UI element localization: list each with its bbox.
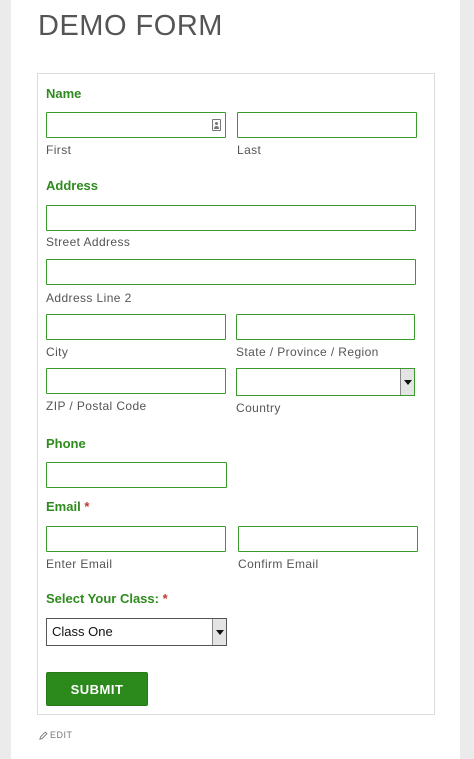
street-address-sublabel: Street Address xyxy=(46,235,131,249)
address-line2-input[interactable] xyxy=(46,259,416,285)
page-title: DEMO FORM xyxy=(38,10,223,42)
demo-form: Name First Last Address Street Address A… xyxy=(37,73,435,715)
class-section-label: Select Your Class: * xyxy=(46,591,168,606)
address-section-label: Address xyxy=(46,178,99,193)
class-select[interactable]: Class One xyxy=(46,618,227,646)
email-sublabel: Enter Email xyxy=(46,557,113,571)
city-sublabel: City xyxy=(46,345,69,359)
chevron-down-icon[interactable] xyxy=(400,369,414,395)
edit-link[interactable]: EDIT xyxy=(39,730,73,740)
last-name-input[interactable] xyxy=(237,112,417,138)
email-label-text: Email xyxy=(46,499,81,514)
address-line2-sublabel: Address Line 2 xyxy=(46,291,132,305)
country-select[interactable] xyxy=(236,368,415,396)
country-sublabel: Country xyxy=(236,401,281,415)
confirm-email-input[interactable] xyxy=(238,526,418,552)
chevron-down-icon[interactable] xyxy=(212,619,226,645)
class-select-value: Class One xyxy=(52,624,113,639)
zip-sublabel: ZIP / Postal Code xyxy=(46,399,147,413)
first-name-input[interactable] xyxy=(46,112,226,138)
state-sublabel: State / Province / Region xyxy=(236,345,379,359)
confirm-email-sublabel: Confirm Email xyxy=(238,557,319,571)
email-section-label: Email * xyxy=(46,499,89,514)
contact-card-icon[interactable] xyxy=(212,119,221,131)
class-label-text: Select Your Class: xyxy=(46,591,159,606)
phone-input[interactable] xyxy=(46,462,227,488)
required-marker: * xyxy=(84,499,90,514)
page-container: DEMO FORM Name First Last Address Street… xyxy=(11,0,460,759)
phone-section-label: Phone xyxy=(46,436,86,451)
street-address-input[interactable] xyxy=(46,205,416,231)
state-input[interactable] xyxy=(236,314,415,340)
email-input[interactable] xyxy=(46,526,226,552)
pencil-icon xyxy=(39,730,48,740)
required-marker: * xyxy=(162,591,168,606)
name-section-label: Name xyxy=(46,86,82,101)
edit-label: EDIT xyxy=(50,730,73,740)
last-name-sublabel: Last xyxy=(237,143,262,157)
submit-button[interactable]: SUBMIT xyxy=(46,672,148,706)
zip-input[interactable] xyxy=(46,368,226,394)
first-name-sublabel: First xyxy=(46,143,72,157)
city-input[interactable] xyxy=(46,314,226,340)
